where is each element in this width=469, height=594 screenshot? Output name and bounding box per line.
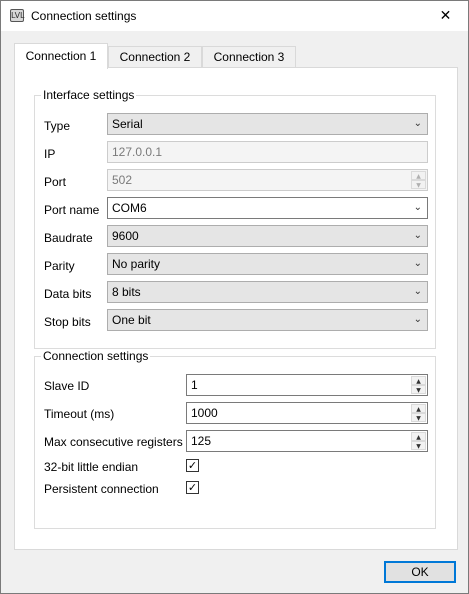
app-icon: LVL xyxy=(10,9,25,22)
stop-bits-label: Stop bits xyxy=(44,315,91,329)
baudrate-select[interactable]: 9600 ⌄ xyxy=(107,225,428,247)
data-bits-select[interactable]: 8 bits ⌄ xyxy=(107,281,428,303)
baudrate-label: Baudrate xyxy=(44,231,93,245)
spin-up-icon[interactable]: ▲ xyxy=(411,432,426,441)
spin-down-icon[interactable]: ▼ xyxy=(411,385,426,394)
chevron-down-icon[interactable]: ⌄ xyxy=(414,198,422,218)
interface-settings-title: Interface settings xyxy=(41,88,137,102)
chevron-down-icon: ⌄ xyxy=(413,258,422,269)
slave-id-value: 1 xyxy=(191,378,198,392)
spin-down-icon[interactable]: ▼ xyxy=(411,180,426,189)
timeout-label: Timeout (ms) xyxy=(44,407,115,421)
spin-down-icon[interactable]: ▼ xyxy=(411,441,426,450)
port-label: Port xyxy=(44,175,67,189)
type-select[interactable]: Serial ⌄ xyxy=(107,113,428,135)
persistent-checkbox[interactable]: ✓ xyxy=(186,481,199,494)
data-bits-value: 8 bits xyxy=(112,285,141,299)
ip-input[interactable]: 127.0.0.1 xyxy=(107,141,428,163)
tab-connection-3[interactable]: Connection 3 xyxy=(202,46,296,68)
interface-settings-group: Interface settings Type Serial ⌄ IP 127.… xyxy=(34,88,436,349)
slave-id-label: Slave ID xyxy=(44,379,90,393)
port-value: 502 xyxy=(112,173,133,187)
type-label: Type xyxy=(44,119,71,133)
port-name-combo[interactable]: COM6 ⌄ xyxy=(107,197,428,219)
slave-id-stepper[interactable]: 1 ▲ ▼ xyxy=(186,374,428,396)
data-bits-label: Data bits xyxy=(44,287,92,301)
little-endian-checkbox[interactable]: ✓ xyxy=(186,459,199,472)
max-registers-label: Max consecutive registers xyxy=(44,435,183,449)
max-registers-value: 125 xyxy=(191,434,212,448)
little-endian-label: 32-bit little endian xyxy=(44,460,139,474)
connection-settings-group: Connection settings Slave ID 1 ▲ ▼ Timeo… xyxy=(34,349,436,529)
title-bar: LVL Connection settings ✕ xyxy=(1,1,468,31)
connection-settings-title: Connection settings xyxy=(41,349,151,363)
timeout-value: 1000 xyxy=(191,406,218,420)
stop-bits-select[interactable]: One bit ⌄ xyxy=(107,309,428,331)
window-title: Connection settings xyxy=(31,9,137,23)
port-stepper[interactable]: 502 ▲ ▼ xyxy=(107,169,428,191)
port-name-value: COM6 xyxy=(112,201,147,215)
parity-select[interactable]: No parity ⌄ xyxy=(107,253,428,275)
baudrate-value: 9600 xyxy=(112,229,139,243)
chevron-down-icon: ⌄ xyxy=(413,314,422,325)
stop-bits-value: One bit xyxy=(112,313,151,327)
spin-up-icon[interactable]: ▲ xyxy=(411,404,426,413)
tab-connection-1[interactable]: Connection 1 xyxy=(14,43,108,69)
max-registers-stepper[interactable]: 125 ▲ ▼ xyxy=(186,430,428,452)
spin-up-icon[interactable]: ▲ xyxy=(411,171,426,180)
chevron-down-icon: ⌄ xyxy=(413,230,422,241)
type-value: Serial xyxy=(112,117,143,131)
tab-connection-2[interactable]: Connection 2 xyxy=(108,46,202,68)
chevron-down-icon: ⌄ xyxy=(413,286,422,297)
persistent-label: Persistent connection xyxy=(44,482,159,496)
spin-down-icon[interactable]: ▼ xyxy=(411,413,426,422)
spin-up-icon[interactable]: ▲ xyxy=(411,376,426,385)
parity-value: No parity xyxy=(112,257,161,271)
ok-button[interactable]: OK xyxy=(384,561,456,583)
timeout-stepper[interactable]: 1000 ▲ ▼ xyxy=(186,402,428,424)
port-spin[interactable]: ▲ ▼ xyxy=(411,171,426,189)
close-icon[interactable]: ✕ xyxy=(423,1,468,31)
timeout-spin[interactable]: ▲ ▼ xyxy=(411,404,426,422)
chevron-down-icon: ⌄ xyxy=(413,118,422,129)
dialog-window: LVL Connection settings ✕ Connection 1 C… xyxy=(0,0,469,594)
parity-label: Parity xyxy=(44,259,75,273)
tab-panel: Interface settings Type Serial ⌄ IP 127.… xyxy=(14,67,458,550)
slave-id-spin[interactable]: ▲ ▼ xyxy=(411,376,426,394)
port-name-label: Port name xyxy=(44,203,100,217)
ip-label: IP xyxy=(44,147,56,161)
max-registers-spin[interactable]: ▲ ▼ xyxy=(411,432,426,450)
